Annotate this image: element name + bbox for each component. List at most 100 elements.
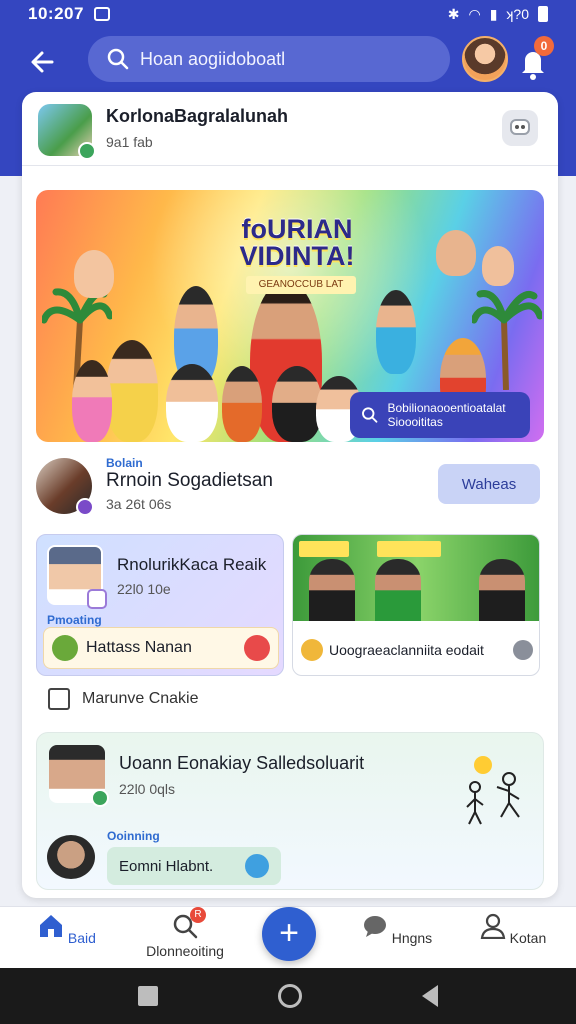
profile-row[interactable]: KorlonaBagralalunah 9a1 fab (22, 92, 558, 166)
profile-mini-card[interactable]: RnolurikKaca Reaik 22l0 10e Pmoating Hat… (36, 534, 284, 676)
recent-apps-button[interactable] (138, 986, 158, 1006)
recommendation-avatar[interactable] (49, 745, 109, 807)
nav-item-hangs[interactable]: Hngns (342, 913, 452, 965)
monitoring-icon-wrap: R (172, 907, 206, 939)
profile-name: KorlonaBagralalunah (106, 106, 289, 126)
thumbnail-person (375, 559, 421, 621)
hero-person (376, 290, 416, 374)
profile-action-button[interactable] (502, 110, 538, 146)
user-row-meta: 3a 26t 06s (106, 496, 172, 512)
hero-banner[interactable]: foURIAN VIDINTA! GEANOCCUB LAT Bobiliona… (36, 190, 544, 442)
user-row-name: Rrnoin Sogadietsan (106, 470, 273, 491)
status-time: 10:207 (28, 4, 84, 23)
hero-person (222, 366, 262, 442)
badge-icon (87, 589, 107, 609)
user-row[interactable]: Bolain Rrnoin Sogadietsan 3a 26t 06s Wah… (22, 452, 558, 522)
search-input[interactable] (140, 48, 430, 70)
photo-notification-icon (93, 7, 110, 21)
status-icons: ✱ ◠ ▮ ʞ?0 (448, 6, 548, 23)
people-illustration-icon (466, 756, 520, 825)
thumbnail-person (479, 559, 525, 621)
hero-person (74, 250, 114, 298)
recommendation-meta: 22l0 0qls (119, 781, 176, 797)
user-row-avatar[interactable] (36, 458, 94, 516)
nav-item-label: Kotan (509, 930, 547, 946)
recommendation-card[interactable]: Uoann Eonakiay Salledsoluarit 22l0 0qls … (36, 732, 544, 890)
recommendation-tag: Ooinning (107, 829, 160, 843)
sign-graphic (299, 541, 349, 557)
user-avatar[interactable] (462, 36, 508, 82)
robot-icon (510, 119, 530, 135)
checkbox-icon[interactable] (48, 688, 70, 710)
search-icon (362, 407, 378, 423)
home-button[interactable] (278, 984, 302, 1008)
notifications-button[interactable]: 0 (518, 36, 554, 82)
status-bar: 10:207 ✱ ◠ ▮ ʞ?0 (0, 0, 576, 28)
coin-icon (301, 639, 323, 661)
search-icon (107, 48, 129, 70)
hero-title: foURIAN VIDINTA! (239, 214, 355, 271)
user-row-action-button[interactable]: Waheas (438, 464, 540, 504)
nav-item-monitoring[interactable]: R Dlonneoiting (130, 907, 240, 965)
comment-field-text: Eomni Hlabnt. (119, 857, 214, 875)
status-dot-icon (76, 498, 94, 516)
vibrate-icon: ✱ (447, 5, 460, 22)
search-bar[interactable] (88, 36, 450, 82)
hero-person (272, 366, 322, 442)
battery-icon (538, 6, 548, 22)
heart-icon (52, 635, 78, 661)
profile-meta: 9a1 fab (106, 134, 153, 150)
mini-card-action[interactable]: Hattass Nanan (43, 627, 279, 669)
nav-badge: R (190, 907, 206, 923)
video-mini-card[interactable]: Uoograeaclanniita eodait (292, 534, 540, 676)
recommendation-name: Uoann Eonakiay Salledsoluarit (119, 753, 365, 773)
notification-badge: 0 (534, 36, 554, 56)
video-card-footer-text: Uoograeaclanniita eodait (329, 642, 484, 658)
ball-icon (244, 635, 270, 661)
person-icon (480, 913, 506, 940)
online-status-icon (91, 789, 109, 807)
hero-person (482, 246, 514, 286)
main-content-card: KorlonaBagralalunah 9a1 fab foURIAN VIDI… (22, 92, 558, 898)
video-card-footer[interactable]: Uoograeaclanniita eodait (301, 633, 533, 667)
system-navigation-bar (0, 968, 576, 1024)
bottom-navigation: Baid R Dlonneoiting + Hngns Kotan (0, 906, 576, 968)
back-button[interactable] (24, 42, 64, 82)
mini-card-tag: Pmoating (47, 613, 102, 627)
status-right-text: ʞ?0 (506, 6, 529, 22)
mark-row[interactable]: Marunve Cnakie (48, 688, 199, 710)
hero-person (72, 360, 112, 442)
nav-item-home[interactable]: Baid (12, 913, 122, 965)
hero-chip-text: Bobilionaooentioatalat Sioooititas (387, 400, 506, 429)
profile-avatar[interactable] (38, 104, 96, 160)
hero-person (436, 230, 476, 276)
create-button[interactable]: + (262, 907, 316, 961)
comment-field[interactable]: Eomni Hlabnt. (107, 847, 281, 885)
mini-card-avatar[interactable] (47, 545, 107, 609)
check-icon (513, 640, 533, 660)
mini-card-name: RnolurikKaca Reaik (117, 555, 267, 574)
online-status-icon (78, 142, 96, 160)
thumbnail-person (309, 559, 355, 621)
wifi-icon: ◠ (468, 5, 481, 22)
mini-card-meta: 22l0 10e (117, 581, 171, 597)
chat-bubble-icon (363, 916, 386, 937)
nav-item-label: Dlonneoiting (146, 943, 224, 959)
commenter-avatar[interactable] (47, 835, 95, 879)
send-icon[interactable] (245, 854, 269, 878)
video-thumbnail[interactable] (293, 535, 539, 621)
sign-graphic (377, 541, 441, 557)
signal-icon: ▮ (489, 5, 498, 22)
back-arrow-icon (31, 51, 54, 73)
back-system-button[interactable] (422, 985, 438, 1007)
home-icon (40, 915, 63, 937)
user-row-tag: Bolain (106, 456, 143, 470)
nav-item-label: Baid (67, 930, 96, 946)
hero-subtitle: GEANOCCUB LAT (246, 276, 356, 294)
hero-chip-button[interactable]: Bobilionaooentioatalat Sioooititas (350, 392, 530, 438)
hero-person (106, 340, 158, 442)
hero-person (166, 364, 218, 442)
mark-row-label: Marunve Cnakie (82, 690, 199, 707)
nav-item-profile[interactable]: Kotan (458, 913, 568, 965)
nav-item-label: Hngns (391, 930, 433, 946)
